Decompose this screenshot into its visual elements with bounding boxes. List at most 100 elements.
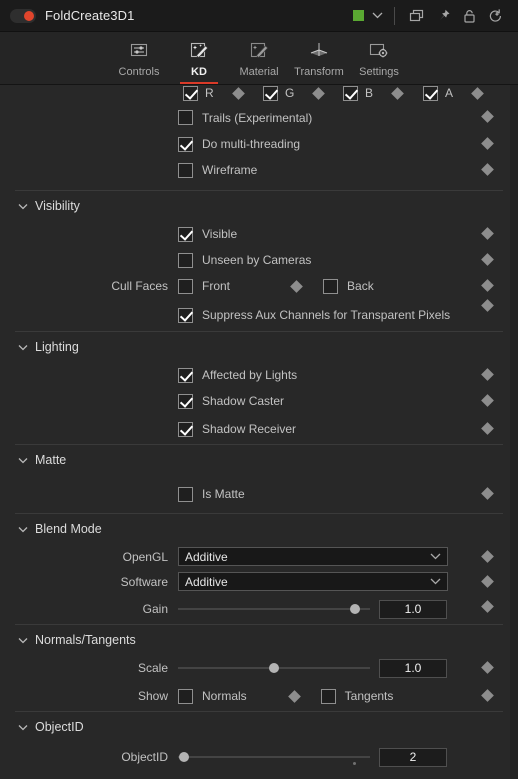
lock-icon[interactable]	[456, 5, 482, 27]
software-dropdown[interactable]: Additive	[178, 572, 448, 591]
objectid-label: ObjectID	[121, 750, 168, 764]
keyframe-diamond[interactable]	[290, 279, 303, 293]
wireframe-checkbox[interactable]	[178, 162, 193, 178]
unseen-by-cameras-label: Unseen by Cameras	[202, 253, 312, 267]
keyframe-diamond[interactable]	[481, 575, 494, 588]
keyframe-diamond[interactable]	[471, 86, 484, 100]
keyframe-diamond[interactable]	[481, 550, 494, 563]
chevron-down-icon[interactable]	[15, 637, 31, 644]
channel-b-checkbox[interactable]	[343, 85, 358, 101]
gain-value-field[interactable]: 1.0	[379, 599, 447, 619]
keyframe-diamond[interactable]	[481, 163, 494, 176]
keyframe-diamond[interactable]	[481, 279, 494, 292]
channel-r[interactable]: R	[183, 85, 263, 101]
keyframe-diamond[interactable]	[481, 137, 494, 150]
chevron-down-icon	[430, 553, 441, 560]
section-title: Blend Mode	[35, 522, 102, 536]
tab-label: Controls	[118, 66, 160, 78]
show-normals-checkbox[interactable]	[178, 688, 193, 704]
shadow-caster-checkbox[interactable]	[178, 393, 193, 409]
slider-handle[interactable]	[269, 663, 279, 673]
tab-label: Material	[239, 66, 279, 78]
scale-label: Scale	[137, 661, 168, 675]
channel-g-checkbox[interactable]	[263, 85, 278, 101]
keyframe-diamond[interactable]	[231, 86, 245, 100]
tab-transform[interactable]: Transform	[289, 32, 349, 84]
unseen-by-cameras-row: Unseen by Cameras	[0, 247, 518, 273]
section-header-matte[interactable]: Matte	[15, 444, 503, 475]
channel-b-label: B	[365, 86, 374, 100]
node-enable-toggle[interactable]	[10, 8, 36, 23]
pin-icon[interactable]	[430, 5, 456, 27]
keyframe-diamond[interactable]	[481, 253, 494, 266]
page-title: FoldCreate3D1	[45, 8, 135, 23]
keyframe-diamond[interactable]	[481, 299, 494, 312]
visible-checkbox[interactable]	[178, 226, 193, 242]
multithreading-checkbox[interactable]	[178, 136, 193, 152]
visible-row: Visible	[0, 221, 518, 247]
is-matte-row: Is Matte	[0, 475, 518, 513]
keyframe-diamond[interactable]	[481, 394, 494, 407]
scale-value-field[interactable]: 1.0	[379, 658, 447, 678]
chevron-down-icon[interactable]	[15, 526, 31, 533]
keyframe-diamond[interactable]	[481, 661, 494, 674]
section-header-lighting[interactable]: Lighting	[15, 331, 503, 362]
keyframe-diamond[interactable]	[312, 86, 326, 100]
keyframe-diamond[interactable]	[287, 689, 301, 703]
is-matte-checkbox[interactable]	[178, 486, 193, 502]
objectid-value-field[interactable]: 2	[379, 747, 447, 767]
objectid-slider[interactable]	[178, 749, 370, 765]
keyframe-diamond[interactable]	[481, 227, 494, 240]
section-title: ObjectID	[35, 720, 84, 734]
suppress-aux-checkbox[interactable]	[178, 307, 193, 323]
node-color-swatch[interactable]	[353, 10, 364, 21]
cull-back-checkbox[interactable]	[323, 278, 339, 294]
channel-g[interactable]: G	[263, 85, 343, 101]
affected-by-lights-checkbox[interactable]	[178, 367, 193, 383]
chevron-down-icon[interactable]	[15, 344, 31, 351]
gain-slider[interactable]	[178, 601, 370, 617]
slider-handle[interactable]	[349, 604, 360, 614]
tab-settings[interactable]: Settings	[349, 32, 409, 84]
keyframe-diamond[interactable]	[481, 600, 494, 613]
keyframe-diamond[interactable]	[481, 422, 494, 435]
reset-icon[interactable]	[482, 5, 508, 27]
show-tangents-checkbox[interactable]	[320, 688, 336, 704]
chevron-down-icon[interactable]	[15, 724, 31, 731]
opengl-row: OpenGL Additive	[0, 544, 518, 569]
suppress-aux-row: Suppress Aux Channels for Transparent Pi…	[0, 299, 518, 331]
section-header-visibility[interactable]: Visibility	[15, 190, 503, 221]
cull-front-label: Front	[202, 279, 231, 293]
chevron-down-icon[interactable]	[15, 457, 31, 464]
cull-front-checkbox[interactable]	[178, 278, 193, 294]
titlebar: FoldCreate3D1	[0, 0, 518, 32]
tab-material[interactable]: Material	[229, 32, 289, 84]
opengl-dropdown[interactable]: Additive	[178, 547, 448, 566]
keyframe-diamond[interactable]	[481, 110, 494, 123]
duplicate-icon[interactable]	[404, 5, 430, 27]
slider-handle[interactable]	[178, 752, 189, 762]
section-header-objectid[interactable]: ObjectID	[15, 711, 503, 742]
shadow-receiver-checkbox[interactable]	[178, 421, 193, 437]
scale-slider[interactable]	[178, 660, 370, 676]
tab-controls[interactable]: Controls	[109, 32, 169, 84]
channel-b[interactable]: B	[343, 85, 423, 101]
keyframe-diamond[interactable]	[481, 368, 494, 381]
channel-r-checkbox[interactable]	[183, 85, 198, 101]
unseen-by-cameras-checkbox[interactable]	[178, 252, 193, 268]
keyframe-diamond[interactable]	[391, 86, 404, 100]
tab-kd[interactable]: KD	[169, 32, 229, 84]
tabbar: Controls KD Material Transform Settings	[0, 32, 518, 85]
keyframe-diamond[interactable]	[481, 487, 494, 500]
is-matte-label: Is Matte	[202, 487, 245, 501]
keyframe-diamond[interactable]	[481, 689, 494, 702]
section-header-normals-tangents[interactable]: Normals/Tangents	[15, 624, 503, 655]
opengl-label: OpenGL	[122, 549, 168, 564]
chevron-down-icon[interactable]	[15, 203, 31, 210]
affected-by-lights-row: Affected by Lights	[0, 362, 518, 388]
section-header-blend-mode[interactable]: Blend Mode	[15, 513, 503, 544]
chevron-down-icon[interactable]	[368, 7, 386, 25]
channel-a-checkbox[interactable]	[423, 85, 438, 101]
trails-checkbox[interactable]	[178, 110, 193, 125]
channel-a[interactable]: A	[423, 85, 503, 101]
